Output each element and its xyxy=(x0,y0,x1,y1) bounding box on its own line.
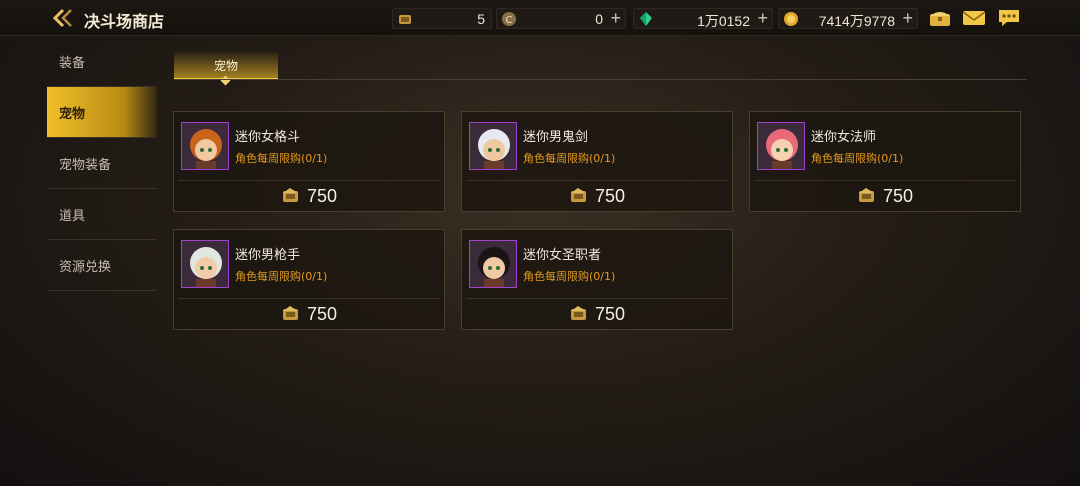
pet-portrait xyxy=(181,240,229,288)
sidebar-item-label: 装备 xyxy=(59,55,86,71)
resource-value: 0 xyxy=(595,11,603,27)
product-card[interactable]: 迷你男鬼剑 角色每周限购(0/1) 750 xyxy=(461,111,733,212)
price-row: 750 xyxy=(174,184,444,208)
pet-avatar-icon xyxy=(758,123,804,169)
resource-c-currency: C 0 + xyxy=(496,8,626,29)
resource-value: 5 xyxy=(477,11,485,27)
resource-gold-coin: 7414万9778 + xyxy=(778,8,918,29)
purchase-limit: 角色每周限购(0/1) xyxy=(523,270,616,283)
add-gem-button[interactable]: + xyxy=(757,8,768,29)
sidebar-item-label: 道具 xyxy=(59,208,86,224)
duel-coin-icon xyxy=(282,188,298,202)
pet-portrait xyxy=(469,240,517,288)
card-divider xyxy=(178,180,440,181)
add-c-currency-button[interactable]: + xyxy=(610,8,621,29)
price-row: 750 xyxy=(174,302,444,326)
product-name: 迷你男鬼剑 xyxy=(523,130,589,145)
product-price: 750 xyxy=(882,185,914,206)
c-currency-icon: C xyxy=(502,12,516,26)
duel-coin-icon xyxy=(282,306,298,320)
sidebar-item-label: 资源兑换 xyxy=(59,259,112,275)
add-gold-button[interactable]: + xyxy=(902,8,913,29)
product-price: 750 xyxy=(594,303,626,324)
resource-value: 7414万9778 xyxy=(818,13,895,29)
tab-divider xyxy=(174,79,1027,80)
pet-portrait xyxy=(469,122,517,170)
top-bar: 决斗场商店 5 C 0 + 1万0152 + 7414万9778 + xyxy=(0,0,1080,36)
duel-coin-icon xyxy=(858,188,874,202)
chest-icon[interactable] xyxy=(928,8,952,28)
duel-coin-icon xyxy=(399,15,411,24)
card-divider xyxy=(466,180,728,181)
mail-icon[interactable] xyxy=(962,8,986,28)
product-card[interactable]: 迷你女格斗 角色每周限购(0/1) 750 xyxy=(173,111,445,212)
purchase-limit: 角色每周限购(0/1) xyxy=(811,152,904,165)
category-sidebar: 装备 宠物 宠物装备 道具 资源兑换 xyxy=(47,36,157,291)
pet-avatar-icon xyxy=(182,123,228,169)
gold-coin-icon xyxy=(784,12,798,26)
sidebar-item-label: 宠物装备 xyxy=(59,157,112,173)
product-card[interactable]: 迷你女法师 角色每周限购(0/1) 750 xyxy=(749,111,1021,212)
svg-text:C: C xyxy=(506,15,513,26)
sidebar-item-items[interactable]: 道具 xyxy=(47,189,157,240)
chat-icon[interactable] xyxy=(997,8,1021,28)
resource-duel-coin: 5 xyxy=(392,8,492,29)
sidebar-item-equipment[interactable]: 装备 xyxy=(47,36,157,87)
pet-avatar-icon xyxy=(182,241,228,287)
pet-portrait xyxy=(757,122,805,170)
product-name: 迷你女圣职者 xyxy=(523,248,602,263)
card-divider xyxy=(466,298,728,299)
back-arrow-icon xyxy=(53,8,72,28)
price-row: 750 xyxy=(462,302,732,326)
product-card[interactable]: 迷你女圣职者 角色每周限购(0/1) 750 xyxy=(461,229,733,330)
product-price: 750 xyxy=(594,185,626,206)
pet-avatar-icon xyxy=(470,123,516,169)
purchase-limit: 角色每周限购(0/1) xyxy=(235,152,328,165)
price-row: 750 xyxy=(750,184,1020,208)
page-title: 决斗场商店 xyxy=(84,12,165,31)
product-name: 迷你女格斗 xyxy=(235,130,301,145)
back-button[interactable] xyxy=(52,6,76,30)
pet-avatar-icon xyxy=(470,241,516,287)
pet-portrait xyxy=(181,122,229,170)
resource-green-gem: 1万0152 + xyxy=(633,8,773,29)
purchase-limit: 角色每周限购(0/1) xyxy=(235,270,328,283)
purchase-limit: 角色每周限购(0/1) xyxy=(523,152,616,165)
sidebar-item-label: 宠物 xyxy=(59,106,86,122)
price-row: 750 xyxy=(462,184,732,208)
card-divider xyxy=(754,180,1016,181)
duel-coin-icon xyxy=(570,306,586,320)
sidebar-item-pet-equipment[interactable]: 宠物装备 xyxy=(47,138,157,189)
product-price: 750 xyxy=(306,303,338,324)
product-card[interactable]: 迷你男枪手 角色每周限购(0/1) 750 xyxy=(173,229,445,330)
sidebar-item-pet[interactable]: 宠物 xyxy=(47,87,157,138)
sidebar-item-resource-exchange[interactable]: 资源兑换 xyxy=(47,240,157,291)
card-divider xyxy=(178,298,440,299)
duel-coin-icon xyxy=(570,188,586,202)
product-name: 迷你女法师 xyxy=(811,130,877,145)
product-price: 750 xyxy=(306,185,338,206)
green-gem-icon xyxy=(640,12,652,26)
resource-value: 1万0152 xyxy=(697,13,750,29)
product-name: 迷你男枪手 xyxy=(235,248,301,263)
